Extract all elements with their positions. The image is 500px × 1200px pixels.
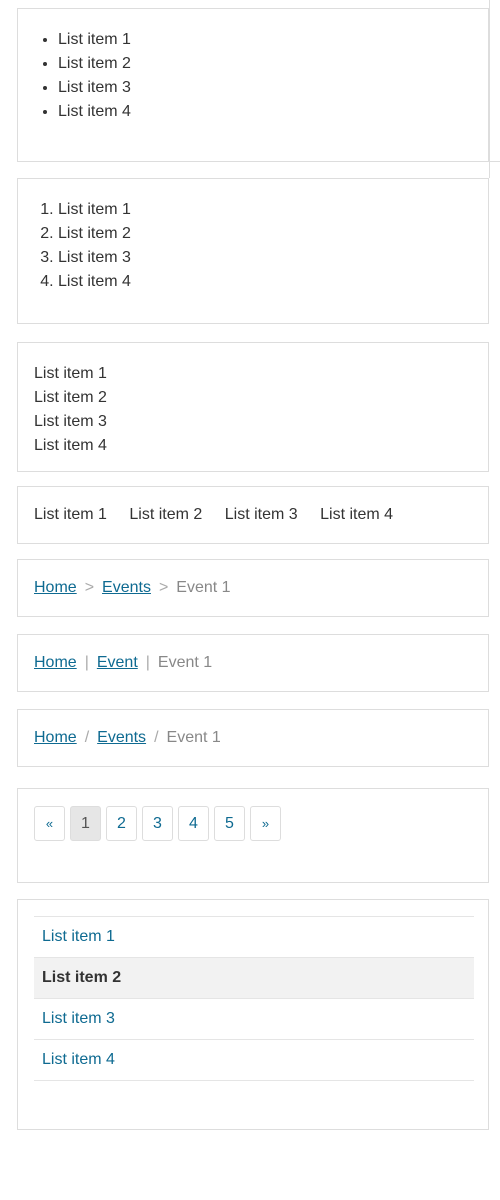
plain-list: List item 1 List item 2 List item 3 List… [34, 362, 107, 458]
nav-list-item-1[interactable]: List item 1 [34, 917, 474, 958]
list-item: List item 4 [320, 506, 394, 523]
guide-line [489, 161, 500, 162]
breadcrumb: Home | Event | Event 1 [34, 652, 212, 674]
guide-line [489, 0, 490, 178]
breadcrumb-current: Event 1 [176, 579, 231, 596]
page-button-3[interactable]: 3 [142, 806, 173, 841]
page-button-2[interactable]: 2 [106, 806, 137, 841]
inline-list: List item 1 List item 2 List item 3 List… [34, 504, 393, 526]
nav-list: List item 1 List item 2 List item 3 List… [34, 916, 474, 1081]
breadcrumb-separator: > [84, 579, 95, 596]
bullet-list-panel: List item 1 List item 2 List item 3 List… [17, 8, 489, 162]
page-button-4[interactable]: 4 [178, 806, 209, 841]
list-item: List item 3 [58, 246, 131, 270]
nav-list-panel: List item 1 List item 2 List item 3 List… [17, 899, 489, 1130]
list-item: List item 1 [58, 198, 131, 222]
breadcrumb-slash-panel: Home / Events / Event 1 [17, 709, 489, 767]
breadcrumb-link-home[interactable]: Home [34, 729, 77, 746]
list-item: List item 4 [58, 100, 131, 124]
page-button-1[interactable]: 1 [70, 806, 101, 841]
breadcrumb-link-events[interactable]: Events [97, 729, 146, 746]
list-item: List item 2 [58, 222, 131, 246]
breadcrumb-link-event[interactable]: Event [97, 654, 138, 671]
list-item: List item 2 [58, 52, 131, 76]
page-button-5[interactable]: 5 [214, 806, 245, 841]
list-item: List item 3 [58, 76, 131, 100]
next-page-button[interactable]: » [250, 806, 281, 841]
list-item: List item 2 [34, 389, 107, 406]
plain-list-panel: List item 1 List item 2 List item 3 List… [17, 342, 489, 472]
list-item: List item 2 [129, 506, 203, 523]
breadcrumb: Home / Events / Event 1 [34, 727, 221, 749]
nav-list-item-3[interactable]: List item 3 [34, 999, 474, 1040]
pagination-panel: « 1 2 3 4 5 » [17, 788, 489, 883]
bullet-list: List item 1 List item 2 List item 3 List… [58, 28, 131, 124]
nav-list-item-2[interactable]: List item 2 [34, 958, 474, 999]
breadcrumb-current: Event 1 [157, 654, 213, 671]
ordered-list-panel: List item 1 List item 2 List item 3 List… [17, 178, 489, 324]
breadcrumb-separator: / [154, 729, 159, 746]
list-item: List item 1 [58, 28, 131, 52]
list-item: List item 3 [34, 413, 107, 430]
list-item: List item 4 [58, 270, 131, 294]
breadcrumb-current: Event 1 [166, 729, 221, 746]
breadcrumb-pipe-panel: Home | Event | Event 1 [17, 634, 489, 692]
breadcrumb-separator: | [84, 654, 89, 671]
list-item: List item 3 [224, 506, 298, 523]
breadcrumb-separator: | [145, 654, 150, 671]
list-item: List item 1 [34, 365, 107, 382]
list-item: List item 1 [34, 506, 107, 523]
pagination: « 1 2 3 4 5 » [34, 806, 286, 841]
nav-list-item-4[interactable]: List item 4 [34, 1040, 474, 1081]
prev-page-button[interactable]: « [34, 806, 65, 841]
breadcrumb: Home > Events > Event 1 [34, 577, 231, 599]
breadcrumb-link-home[interactable]: Home [34, 654, 77, 671]
breadcrumb-link-home[interactable]: Home [34, 579, 77, 596]
breadcrumb-separator: / [84, 729, 90, 746]
breadcrumb-link-events[interactable]: Events [102, 579, 151, 596]
inline-list-panel: List item 1 List item 2 List item 3 List… [17, 486, 489, 544]
breadcrumb-separator: > [158, 579, 169, 596]
breadcrumb-arrow-panel: Home > Events > Event 1 [17, 559, 489, 617]
list-item: List item 4 [34, 437, 107, 454]
ordered-list: List item 1 List item 2 List item 3 List… [58, 198, 131, 294]
